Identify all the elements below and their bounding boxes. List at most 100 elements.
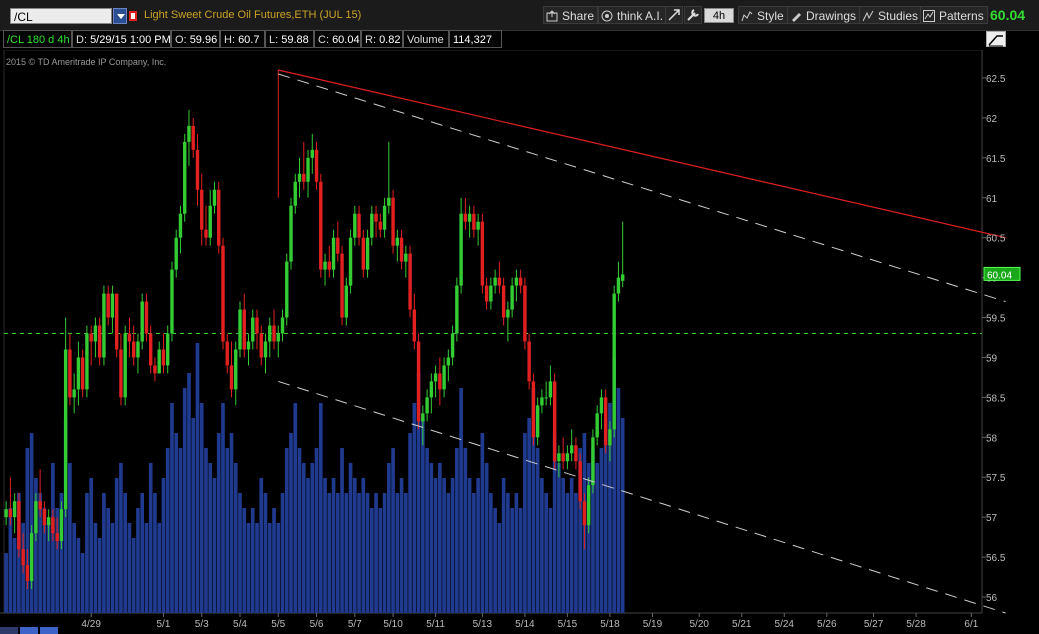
volume-bar <box>484 463 489 613</box>
candle-body <box>535 405 540 438</box>
volume-bar <box>399 478 404 613</box>
volume-bar <box>165 448 170 613</box>
volume-bar <box>284 448 289 613</box>
info-range-label: R: <box>365 34 376 46</box>
volume-bar <box>557 463 561 613</box>
candle-body <box>76 357 81 390</box>
x-tick-label: 5/24 <box>775 619 795 630</box>
volume-bar <box>97 538 102 613</box>
x-tick-label: 5/20 <box>689 619 709 630</box>
volume-bar <box>463 448 468 613</box>
candle-body <box>506 309 510 318</box>
volume-bar <box>425 448 429 613</box>
patterns-button[interactable]: Patterns <box>920 6 988 24</box>
last-price: 60.04 <box>990 7 1026 23</box>
volume-bar <box>272 508 276 613</box>
volume-bar <box>123 493 128 613</box>
x-tick-label: 5/11 <box>426 619 445 630</box>
candle-body <box>29 533 34 582</box>
volume-bar <box>395 493 400 613</box>
candle-body <box>510 285 514 310</box>
share-button[interactable]: Share <box>543 6 599 24</box>
volume-bar <box>68 463 72 613</box>
studies-label: Studies <box>878 9 919 23</box>
x-tick-label: 5/1 <box>157 619 171 630</box>
candle-body <box>255 317 259 334</box>
symbol-link-icon[interactable] <box>128 8 138 24</box>
volume-bar <box>540 478 544 613</box>
volume-bar <box>170 403 174 613</box>
price-chart[interactable]: 62.56261.56160.56059.55958.55857.55756.5… <box>0 50 1039 634</box>
x-tick-label: 5/18 <box>600 619 620 630</box>
candle-body <box>268 325 272 342</box>
volume-bar <box>102 493 106 613</box>
candle-body <box>327 261 331 270</box>
candle-body <box>280 317 285 334</box>
volume-bar <box>259 478 264 613</box>
think-label: think A.I. <box>617 9 664 23</box>
candle-body <box>119 349 123 398</box>
candle-body <box>331 237 336 270</box>
candle-body <box>148 333 153 366</box>
volume-bar <box>438 463 442 613</box>
volume-bar <box>310 463 315 613</box>
candle-body <box>195 149 200 190</box>
candle-body <box>365 237 370 270</box>
volume-bar <box>433 478 438 613</box>
volume-bar <box>352 478 357 613</box>
candle-body <box>157 349 161 374</box>
volume-bar <box>140 493 145 613</box>
candle-body <box>540 397 544 406</box>
volume-bar <box>195 343 200 613</box>
info-close-label: C: <box>318 34 329 46</box>
drawings-button[interactable]: Drawings <box>787 6 861 24</box>
candle-body <box>114 293 119 350</box>
volume-bar <box>297 448 302 613</box>
candle-body <box>446 357 451 366</box>
candle-body <box>187 125 191 142</box>
volume-bar <box>280 493 285 613</box>
info-close-value: 60.04 <box>332 34 360 46</box>
timeframe-selector[interactable]: 4h <box>704 8 734 23</box>
candle-body <box>544 397 548 399</box>
patterns-label: Patterns <box>939 9 984 23</box>
candle-body <box>459 213 463 286</box>
volume-bar <box>72 523 76 613</box>
drawing-mode-button[interactable] <box>986 31 1006 47</box>
candle-body <box>501 285 506 318</box>
candle-body <box>348 237 353 286</box>
bottom-scroll-strip[interactable] <box>0 627 80 634</box>
volume-bar <box>446 493 451 613</box>
candle-body <box>225 341 229 366</box>
volume-bar <box>378 508 383 613</box>
volume-bar <box>327 493 332 613</box>
volume-bar <box>199 403 204 613</box>
volume-bar <box>157 523 162 613</box>
volume-bar <box>233 463 238 613</box>
y-tick-label: 62.5 <box>986 74 1006 85</box>
info-high-label: H: <box>224 34 235 46</box>
studies-button[interactable]: Studies <box>859 6 923 24</box>
candle-body <box>200 189 204 230</box>
volume-bar <box>510 508 514 613</box>
candle-body <box>263 341 268 358</box>
x-tick-label: 5/6 <box>310 619 324 630</box>
crosshair-icon <box>668 9 680 21</box>
style-button[interactable]: Style <box>738 6 788 24</box>
trendline-icon <box>988 35 1003 47</box>
share-label: Share <box>562 9 595 23</box>
volume-bar <box>225 448 230 613</box>
candle-body <box>340 253 344 318</box>
candle-body <box>412 309 417 342</box>
candle-body <box>166 333 170 366</box>
symbol-input[interactable]: /CL <box>10 8 112 24</box>
crosshair-tool-button[interactable] <box>665 6 683 24</box>
volume-bar <box>255 523 259 613</box>
think-ai-button[interactable]: think A.I. <box>598 6 668 24</box>
wrench-button[interactable] <box>684 6 702 24</box>
candle-body <box>531 381 536 438</box>
volume-bar <box>187 373 191 613</box>
symbol-dropdown-button[interactable] <box>113 8 127 24</box>
copyright-text: 2015 © TD Ameritrade IP Company, Inc. <box>6 57 167 67</box>
candle-body <box>586 485 591 526</box>
